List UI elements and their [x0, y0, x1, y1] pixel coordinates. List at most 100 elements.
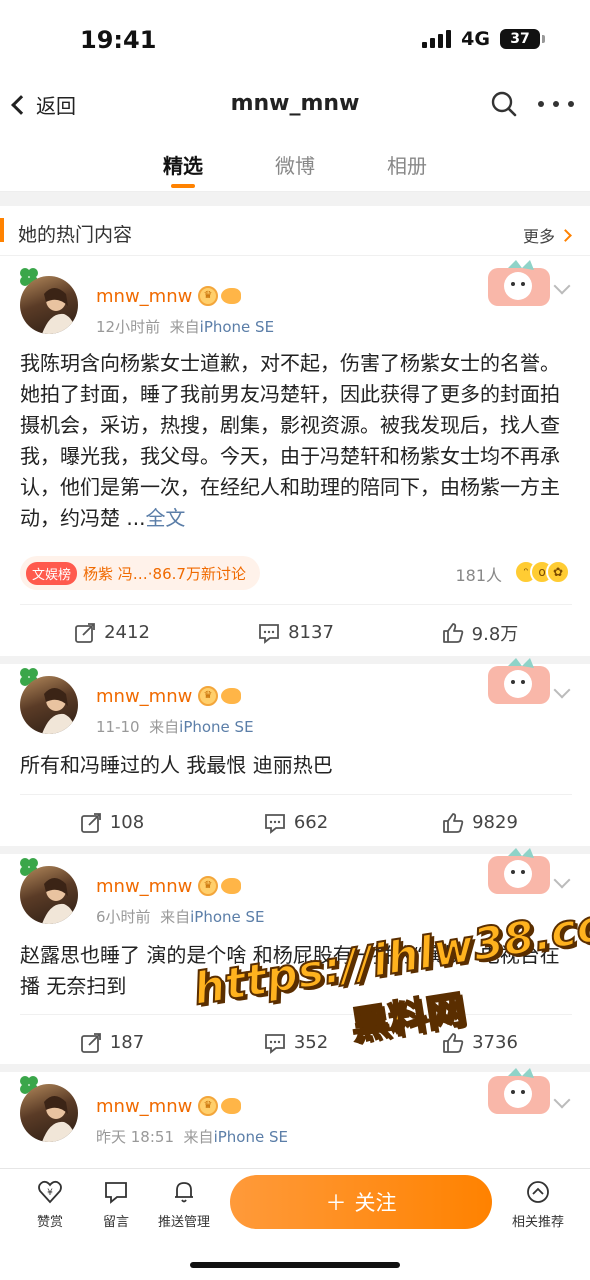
post-menu-chevron-icon[interactable] — [553, 1091, 571, 1109]
source-prefix: 来自 — [160, 908, 191, 926]
like-button[interactable]: 9.8万 — [388, 605, 572, 660]
comment-button[interactable]: 352 — [204, 1015, 388, 1070]
post-text: 我陈玥含向杨紫女士道歉，对不起，伤害了杨紫女士的名誉。她拍了封面，睡了我前男友冯… — [20, 348, 572, 534]
more-icon[interactable] — [538, 92, 574, 116]
related-icon — [527, 1181, 549, 1203]
post-meta: 6小时前 来自iPhone SE — [96, 906, 265, 927]
repost-icon — [80, 812, 101, 833]
status-bar: 19:41 4G 37 — [0, 0, 590, 78]
profile-tabs: 精选 微博 相册 — [0, 134, 590, 192]
status-time: 19:41 — [80, 26, 157, 54]
post-menu-chevron-icon[interactable] — [553, 871, 571, 889]
post-card[interactable]: mnw_mnw ♛ 11-10 来自iPhone SE 所有和冯睡过的人 我最恨… — [0, 658, 590, 850]
post-meta: 11-10 来自iPhone SE — [96, 716, 254, 737]
username[interactable]: mnw_mnw — [96, 1096, 192, 1117]
crown-badge-icon: ♛ — [198, 1096, 218, 1116]
avatar[interactable] — [20, 1084, 78, 1142]
battery-level: 37 — [510, 31, 530, 47]
post-card[interactable]: mnw_mnw ♛ 昨天 18:51 来自iPhone SE — [0, 1068, 590, 1168]
repost-button[interactable]: 187 — [20, 1015, 204, 1070]
crown-badge-icon: ♛ — [198, 876, 218, 896]
message-icon — [105, 1182, 127, 1204]
username[interactable]: mnw_mnw — [96, 876, 192, 897]
post-menu-chevron-icon[interactable] — [553, 277, 571, 295]
related-label: 相关推荐 — [511, 1215, 564, 1230]
post-actions: 108 662 9829 — [20, 794, 572, 850]
tab-album[interactable]: 相册 — [351, 134, 463, 191]
post-source[interactable]: iPhone SE — [190, 908, 264, 926]
fish-badge-icon — [221, 1098, 241, 1114]
push-settings-button[interactable]: 推送管理 — [142, 1179, 226, 1230]
comment-icon — [264, 813, 285, 834]
username[interactable]: mnw_mnw — [96, 286, 192, 307]
user-badges: ♛ — [198, 286, 241, 306]
fish-badge-icon — [221, 288, 241, 304]
post-meta: 昨天 18:51 来自iPhone SE — [96, 1126, 288, 1147]
avatar[interactable] — [20, 866, 78, 924]
read-full-link[interactable]: 全文 — [145, 506, 185, 530]
post-text: 赵露思也睡了 演的是个啥 和杨屁股有一拼的“演技” 电视台在播 无奈扫到 — [20, 943, 560, 998]
like-count: 9.8万 — [471, 623, 519, 645]
signal-icon — [422, 30, 452, 48]
like-count: 9829 — [472, 812, 518, 833]
more-link[interactable]: 更多 — [522, 223, 572, 247]
divider — [0, 192, 590, 206]
repost-count: 108 — [109, 812, 145, 833]
fish-badge-icon — [221, 688, 241, 704]
more-label: 更多 — [522, 227, 555, 246]
repost-count: 187 — [109, 1032, 145, 1053]
user-badges: ♛ — [198, 1096, 241, 1116]
like-button[interactable]: 9829 — [388, 795, 572, 850]
hug-emoji-icon: ✿ — [546, 560, 570, 584]
repost-icon — [75, 622, 95, 643]
repost-button[interactable]: 108 — [20, 795, 204, 850]
repost-button[interactable]: 2412 — [20, 605, 204, 660]
tab-weibo[interactable]: 微博 — [239, 134, 351, 191]
comment-button[interactable]: 662 — [204, 795, 388, 850]
post-card[interactable]: mnw_mnw ♛ 6小时前 来自iPhone SE 赵露思也睡了 演的是个啥 … — [0, 848, 590, 1060]
follow-label: 关注 — [354, 1191, 397, 1215]
follow-button[interactable]: ＋ 关注 — [230, 1175, 492, 1229]
comment-count: 8137 — [288, 622, 334, 643]
reward-label: 赞赏 — [36, 1215, 63, 1230]
user-badges: ♛ — [198, 876, 241, 896]
related-button[interactable]: 相关推荐 — [494, 1179, 582, 1230]
comment-button[interactable]: 8137 — [204, 605, 388, 660]
card-decoration-icon — [488, 848, 550, 894]
like-icon — [442, 622, 463, 643]
home-indicator — [190, 1262, 400, 1268]
username[interactable]: mnw_mnw — [96, 686, 192, 707]
post-meta: 12小时前 来自iPhone SE — [96, 316, 274, 337]
card-decoration-icon — [488, 658, 550, 704]
source-prefix: 来自 — [149, 718, 180, 736]
avatar[interactable] — [20, 276, 78, 334]
post-source[interactable]: iPhone SE — [214, 1128, 288, 1146]
source-prefix: 来自 — [183, 1128, 214, 1146]
post-menu-chevron-icon[interactable] — [553, 681, 571, 699]
comment-count: 352 — [293, 1032, 329, 1053]
like-icon — [443, 1032, 464, 1053]
message-label: 留言 — [102, 1215, 129, 1230]
card-decoration-icon — [488, 1068, 550, 1114]
source-prefix: 来自 — [169, 318, 200, 336]
post-source[interactable]: iPhone SE — [200, 318, 274, 336]
post-card[interactable]: mnw_mnw ♛ 12小时前 来自iPhone SE 我陈玥含向杨紫女士道歉，… — [0, 256, 590, 656]
push-label: 推送管理 — [157, 1215, 210, 1230]
search-icon[interactable] — [490, 90, 518, 118]
avatar[interactable] — [20, 676, 78, 734]
comment-icon — [259, 623, 279, 644]
repost-count: 2412 — [104, 622, 150, 643]
hot-content-header: 她的热门内容 更多 — [0, 206, 590, 256]
user-badges: ♛ — [198, 686, 241, 706]
like-icon — [443, 812, 464, 833]
section-title: 她的热门内容 — [18, 224, 133, 246]
chevron-right-icon — [559, 228, 572, 242]
tab-featured[interactable]: 精选 — [127, 134, 239, 191]
like-button[interactable]: 3736 — [388, 1015, 572, 1070]
post-actions: 187 352 3736 — [20, 1014, 572, 1070]
plus-icon: ＋ — [325, 1191, 347, 1215]
post-source[interactable]: iPhone SE — [179, 718, 253, 736]
hot-topic-pill[interactable]: 文娱榜 杨紫 冯…·86.7万新讨论 — [20, 556, 260, 590]
status-indicators: 4G 37 — [422, 28, 545, 50]
section-accent-bar — [0, 218, 4, 242]
